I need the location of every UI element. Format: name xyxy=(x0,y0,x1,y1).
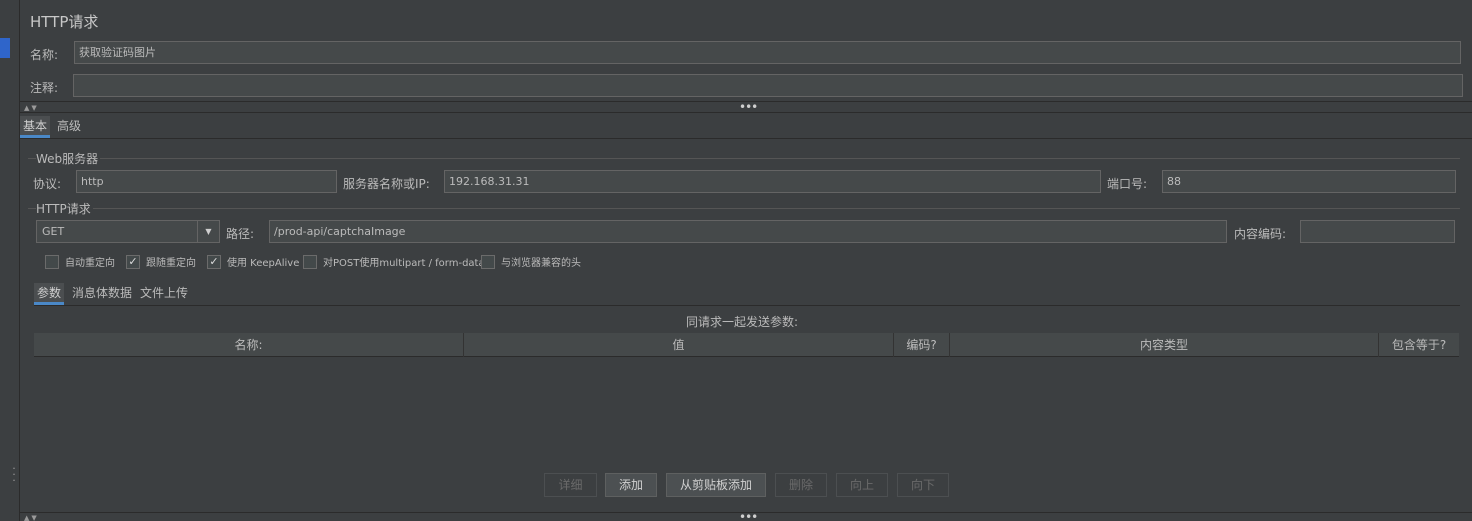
add-from-clipboard-button[interactable]: 从剪贴板添加 xyxy=(666,473,766,497)
tab-body-data[interactable]: 消息体数据 xyxy=(69,283,135,305)
encoding-input[interactable] xyxy=(1300,220,1455,243)
checkbox-unchecked-icon[interactable] xyxy=(303,254,317,269)
server-input[interactable]: 192.168.31.31 xyxy=(444,170,1101,193)
add-button[interactable]: 添加 xyxy=(605,473,657,497)
column-header-content-type[interactable]: 内容类型 xyxy=(950,333,1379,357)
tab-strip-divider xyxy=(20,138,1472,139)
protocol-input[interactable]: http xyxy=(76,170,337,193)
move-up-button[interactable]: 向上 xyxy=(836,473,888,497)
tree-panel-edge: · · · xyxy=(0,0,20,521)
server-label: 服务器名称或IP: xyxy=(343,177,430,191)
port-input[interactable]: 88 xyxy=(1162,170,1456,193)
bottom-split-arrows-icon[interactable]: ▲▼ xyxy=(24,514,39,521)
web-server-group-border xyxy=(28,158,1460,159)
params-table-header: 名称: 值 编码? 内容类型 包含等于? xyxy=(34,333,1459,357)
column-header-encode[interactable]: 编码? xyxy=(894,333,950,357)
panel-title: HTTP请求 xyxy=(30,13,99,31)
params-table-caption: 同请求一起发送参数: xyxy=(686,315,799,329)
follow-redirect-label: 跟随重定向 xyxy=(146,258,196,269)
follow-redirect-checkbox[interactable]: ✓ 跟随重定向 xyxy=(126,254,196,269)
name-label: 名称: xyxy=(30,48,59,62)
column-header-name[interactable]: 名称: xyxy=(34,333,464,357)
keepalive-checkbox[interactable]: ✓ 使用 KeepAlive xyxy=(207,254,299,269)
http-request-group-title: HTTP请求 xyxy=(36,200,93,217)
browser-headers-checkbox[interactable]: 与浏览器兼容的头 xyxy=(481,254,581,269)
path-label: 路径: xyxy=(226,227,255,241)
tab-file-upload[interactable]: 文件上传 xyxy=(137,283,191,305)
port-label: 端口号: xyxy=(1107,177,1148,191)
split-handle-icon[interactable]: ••• xyxy=(739,101,758,113)
browser-headers-label: 与浏览器兼容的头 xyxy=(501,258,581,269)
split-arrows-icon[interactable]: ▲▼ xyxy=(24,104,39,112)
column-header-value[interactable]: 值 xyxy=(464,333,894,357)
bottom-split-handle-icon[interactable]: ••• xyxy=(739,511,758,521)
comment-label: 注释: xyxy=(30,81,59,95)
multipart-checkbox[interactable]: 对POST使用multipart / form-data xyxy=(303,254,485,269)
auto-redirect-label: 自动重定向 xyxy=(65,258,115,269)
auto-redirect-checkbox[interactable]: 自动重定向 xyxy=(45,254,115,269)
keepalive-label: 使用 KeepAlive xyxy=(227,258,300,269)
tree-selection-marker xyxy=(0,38,10,58)
method-select[interactable]: GET ▼ xyxy=(36,220,220,243)
tab-basic[interactable]: 基本 xyxy=(20,116,51,138)
checkbox-unchecked-icon[interactable] xyxy=(481,254,495,269)
detail-button[interactable]: 详细 xyxy=(544,473,597,497)
delete-button[interactable]: 删除 xyxy=(775,473,827,497)
comment-input[interactable] xyxy=(73,74,1463,97)
checkbox-unchecked-icon[interactable] xyxy=(45,254,59,269)
tab-parameters[interactable]: 参数 xyxy=(34,283,65,305)
drag-handle-icon[interactable]: · · · xyxy=(12,463,16,486)
name-input[interactable]: 获取验证码图片 xyxy=(74,41,1461,64)
move-down-button[interactable]: 向下 xyxy=(897,473,949,497)
tab-advanced[interactable]: 高级 xyxy=(54,116,84,138)
column-header-include-equals[interactable]: 包含等于? xyxy=(1379,333,1459,357)
path-input[interactable]: /prod-api/captchaImage xyxy=(269,220,1227,243)
encoding-label: 内容编码: xyxy=(1234,227,1287,241)
sub-tab-divider xyxy=(34,305,1460,306)
multipart-label: 对POST使用multipart / form-data xyxy=(323,258,485,269)
checkmark-icon[interactable]: ✓ xyxy=(126,254,140,269)
web-server-group-title: Web服务器 xyxy=(36,150,101,167)
chevron-down-icon[interactable]: ▼ xyxy=(197,221,219,242)
http-request-group-border xyxy=(28,208,1460,209)
protocol-label: 协议: xyxy=(33,177,62,191)
split-divider-bottom xyxy=(20,112,1472,113)
checkmark-icon[interactable]: ✓ xyxy=(207,254,221,269)
method-value: GET xyxy=(42,225,65,238)
